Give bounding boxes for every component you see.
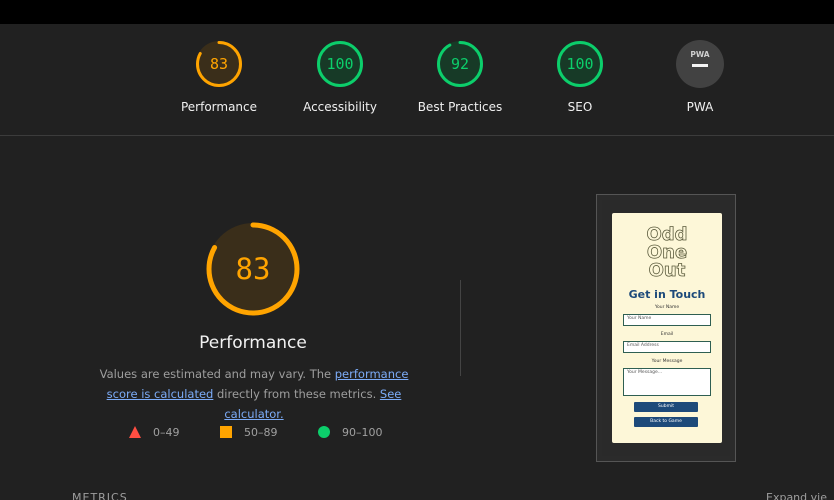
legend-range: 90–100 bbox=[342, 425, 383, 439]
performance-big-score: 83 bbox=[236, 252, 271, 286]
performance-description: Values are estimated and may vary. The p… bbox=[88, 364, 420, 424]
final-screenshot-thumbnail[interactable]: Odd One Out Get in Touch Your Name Your … bbox=[596, 194, 736, 462]
gauge-ring: 100 bbox=[557, 41, 603, 87]
gauge-ring: 92 bbox=[437, 41, 483, 87]
legend-fail: 0–49 bbox=[129, 424, 180, 440]
performance-gauge-ring: 83 bbox=[206, 222, 300, 316]
message-label: Your Message bbox=[651, 359, 683, 364]
desc-text-prefix: Values are estimated and may vary. The bbox=[99, 367, 335, 381]
name-label: Your Name bbox=[654, 305, 680, 310]
contact-card: Odd One Out Get in Touch Your Name Your … bbox=[612, 213, 722, 443]
svg-text:Out: Out bbox=[649, 260, 686, 279]
desc-text-middle: directly from these metrics. bbox=[213, 387, 380, 401]
screenshot-viewport: Odd One Out Get in Touch Your Name Your … bbox=[602, 200, 730, 456]
gauge-label: Best Practices bbox=[417, 100, 503, 114]
gauge-score: 100 bbox=[566, 55, 593, 73]
odd-one-out-logo-icon: Odd One Out bbox=[646, 224, 688, 279]
circle-icon bbox=[318, 426, 330, 438]
gauge-seo[interactable]: 100 SEO bbox=[525, 39, 635, 114]
gauge-ring: 100 bbox=[317, 41, 363, 87]
gauge-score: 92 bbox=[451, 55, 469, 73]
performance-title: Performance bbox=[199, 333, 307, 353]
triangle-icon bbox=[129, 426, 141, 438]
back-to-game-button: Back to Game bbox=[634, 417, 698, 427]
square-icon bbox=[220, 426, 232, 438]
gauge-pwa[interactable]: PWA PWA bbox=[645, 39, 755, 114]
gauge-label: PWA bbox=[686, 100, 714, 114]
gauge-ring: 83 bbox=[196, 41, 242, 87]
contact-heading: Get in Touch bbox=[628, 288, 706, 301]
email-label: Email bbox=[660, 332, 674, 337]
pwa-dash-icon bbox=[692, 64, 708, 67]
pwa-badge-text: PWA bbox=[690, 50, 709, 59]
gauge-label: Accessibility bbox=[303, 100, 377, 114]
vertical-divider bbox=[460, 280, 461, 376]
gauge-performance[interactable]: 83 Performance bbox=[164, 39, 274, 114]
email-field: Email Address bbox=[623, 341, 711, 353]
pwa-badge-icon: PWA bbox=[676, 40, 724, 88]
gauge-accessibility[interactable]: 100 Accessibility bbox=[285, 39, 395, 114]
expand-view-toggle[interactable]: Expand vie bbox=[766, 491, 827, 500]
performance-big-gauge: 83 bbox=[203, 219, 303, 319]
gauge-label: SEO bbox=[567, 100, 593, 114]
message-field: Your Message... bbox=[623, 368, 711, 396]
top-bar bbox=[0, 0, 834, 24]
gauge-label: Performance bbox=[180, 100, 258, 114]
name-field: Your Name bbox=[623, 314, 711, 326]
metrics-heading: METRICS bbox=[72, 491, 128, 500]
category-gauges-header: 83 Performance 100 Accessibility 92 Best… bbox=[0, 24, 834, 136]
gauge-score: 83 bbox=[210, 55, 228, 73]
legend-range: 0–49 bbox=[153, 425, 180, 439]
legend-range: 50–89 bbox=[244, 425, 278, 439]
legend-average: 50–89 bbox=[220, 424, 278, 440]
gauge-score: 100 bbox=[326, 55, 353, 73]
submit-button: Submit bbox=[634, 402, 698, 412]
legend-pass: 90–100 bbox=[318, 424, 383, 440]
gauge-best-practices[interactable]: 92 Best Practices bbox=[405, 39, 515, 114]
